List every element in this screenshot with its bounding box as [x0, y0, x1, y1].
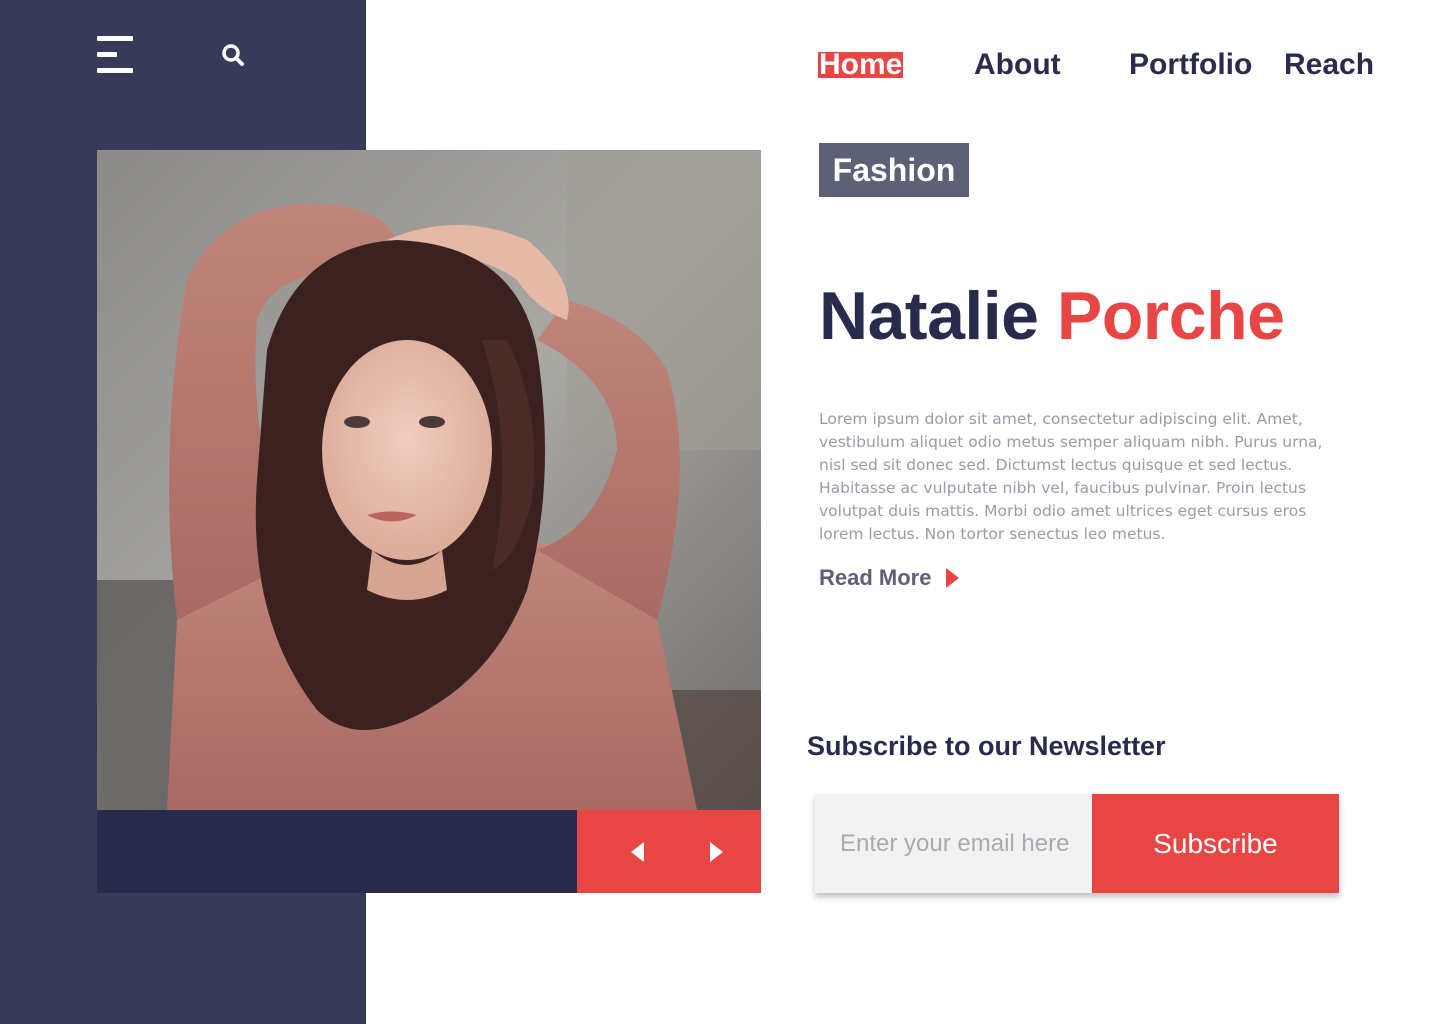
hero-first-name: Natalie: [819, 278, 1039, 354]
arrow-left-icon[interactable]: [623, 837, 653, 867]
hamburger-menu-icon[interactable]: [97, 36, 133, 74]
menu-line: [97, 36, 133, 41]
search-icon[interactable]: [218, 40, 250, 72]
email-field[interactable]: [815, 794, 1092, 893]
read-more-link[interactable]: Read More: [819, 562, 960, 594]
hero-description: Lorem ipsum dolor sit amet, consectetur …: [819, 410, 1323, 543]
slider-controls: [577, 810, 761, 893]
read-more-label: Read More: [819, 565, 932, 590]
play-arrow-icon: [946, 568, 960, 588]
nav-portfolio[interactable]: Portfolio: [1129, 44, 1252, 86]
newsletter-title: Subscribe to our Newsletter: [807, 731, 1166, 761]
nav-reach[interactable]: Reach: [1284, 44, 1374, 86]
subscribe-button[interactable]: Subscribe: [1092, 794, 1339, 893]
nav-about[interactable]: About: [974, 44, 1061, 86]
arrow-right-icon[interactable]: [701, 837, 731, 867]
newsletter-form: Subscribe: [815, 794, 1339, 893]
nav-home[interactable]: Home: [818, 50, 904, 80]
menu-line: [97, 68, 133, 73]
category-badge: Fashion: [819, 143, 969, 197]
photo-caption-bar: [97, 810, 577, 893]
menu-line: [97, 52, 117, 57]
hero-last-name: Porche: [1056, 278, 1285, 354]
hero-photo: [97, 150, 761, 810]
hero-title: Natalie Porche: [819, 276, 1285, 356]
